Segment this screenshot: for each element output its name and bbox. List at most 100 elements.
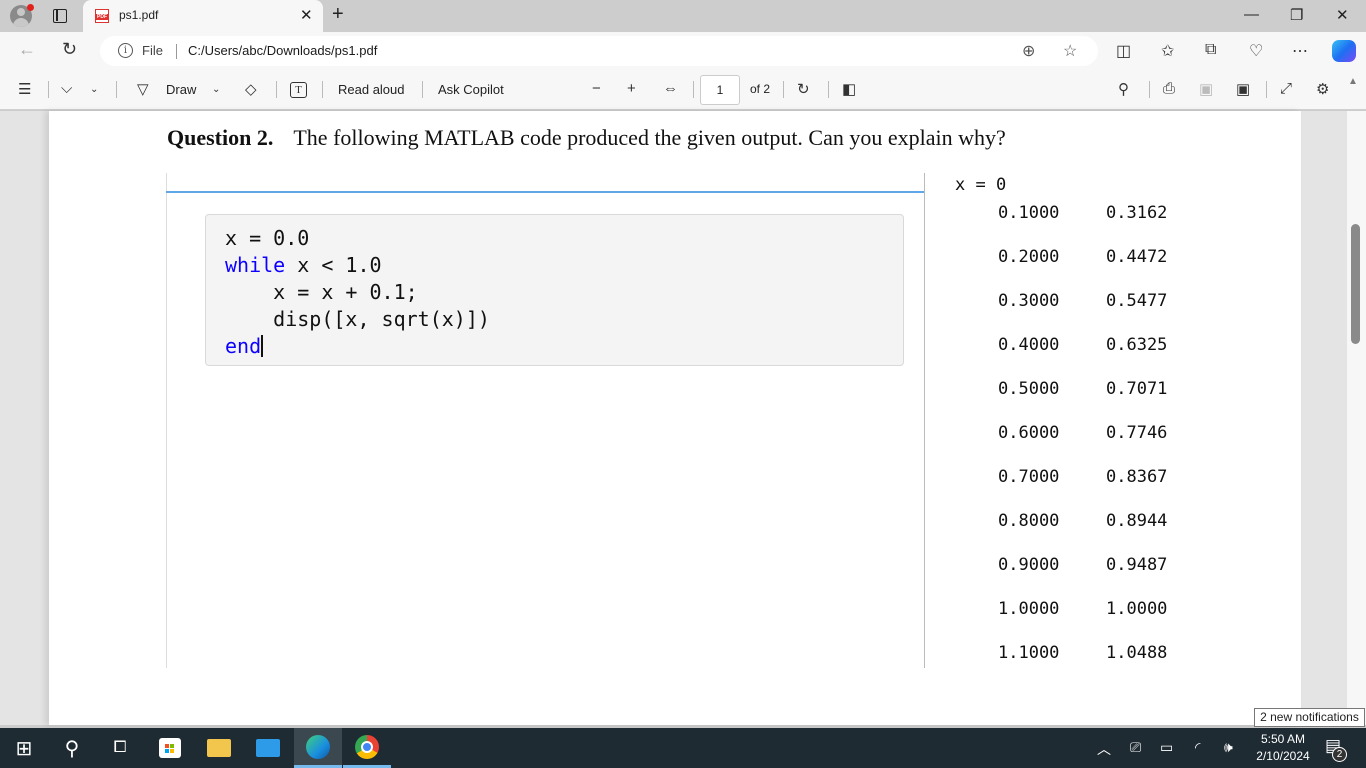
code-panel-header-line — [166, 191, 924, 193]
output-sqrt-value: 0.5477 — [1106, 291, 1168, 311]
zoom-in-button-icon[interactable]: + — [627, 80, 636, 97]
url-text[interactable]: C:/Users/abc/Downloads/ps1.pdf — [188, 43, 377, 58]
address-bar[interactable]: i File C:/Users/abc/Downloads/ps1.pdf ⊕ … — [100, 36, 1098, 66]
favorites-icon[interactable]: ✩ — [1161, 41, 1174, 61]
read-aloud-button[interactable]: Read aloud — [338, 82, 405, 97]
question-label: Question 2. — [167, 125, 274, 150]
zoom-out-icon[interactable]: − — [592, 80, 601, 97]
code-keyword-while: while — [225, 253, 286, 277]
microsoft-store-icon[interactable] — [146, 728, 194, 768]
draw-icon[interactable]: ▽ — [137, 80, 149, 98]
output-sqrt-value: 0.4472 — [1106, 247, 1168, 267]
highlight-icon[interactable]: ⌵ — [61, 80, 72, 97]
draw-dropdown-icon[interactable]: ⌄ — [212, 84, 220, 95]
browser-essentials-icon[interactable]: ♡ — [1249, 41, 1263, 61]
task-view-icon[interactable]: ⧠ — [96, 728, 144, 768]
volume-icon[interactable]: 🕪 — [1224, 739, 1233, 756]
tab-actions-icon[interactable] — [53, 9, 67, 23]
output-x-value: 0.1000 — [998, 203, 1060, 223]
pdf-viewer: Question 2. The following MATLAB code pro… — [0, 111, 1366, 725]
restore-icon[interactable]: ❐ — [1290, 6, 1303, 24]
windows-taskbar: ⊞ ⚲ ⧠ ︿ ⎚ ▭ ◜ 🕪 5:50 AM 2/10/2024 ▤ — [0, 728, 1366, 768]
more-options-icon[interactable]: ⋯ — [1292, 41, 1308, 61]
camera-icon[interactable]: ⎚ — [1130, 739, 1141, 756]
browser-tab-ps1[interactable]: PDF ps1.pdf ✕ — [83, 0, 323, 32]
tab-title: ps1.pdf — [119, 8, 159, 22]
vertical-scrollbar[interactable] — [1347, 111, 1366, 725]
file-explorer-icon[interactable] — [195, 728, 243, 768]
copilot-icon[interactable] — [1332, 40, 1356, 62]
ask-copilot-button[interactable]: Ask Copilot — [438, 82, 504, 97]
matlab-code-block: x = 0.0 while x < 1.0 x = x + 0.1; disp(… — [205, 214, 904, 366]
output-x-value: 0.6000 — [998, 423, 1060, 443]
code-keyword-end: end — [225, 334, 262, 358]
find-search-icon[interactable]: ⚲ — [1118, 80, 1129, 98]
output-sqrt-value: 0.7071 — [1106, 379, 1168, 399]
fit-to-width-icon[interactable]: ⇔ — [663, 80, 678, 97]
highlight-dropdown-icon[interactable]: ⌄ — [90, 84, 98, 95]
scroll-up-arrow-icon[interactable]: ▲ — [1348, 76, 1358, 87]
toolbar-separator — [693, 81, 694, 98]
minimize-icon[interactable]: — — [1244, 6, 1259, 23]
edge-browser-icon[interactable] — [294, 728, 342, 768]
scrollbar-thumb[interactable] — [1351, 224, 1360, 344]
close-tab-icon[interactable]: ✕ — [300, 6, 313, 24]
matlab-output: x = 0 0.1000 0.3162 0.2000 0.4472 0.3000 0.54… — [955, 173, 1167, 663]
output-sqrt-value: 0.6325 — [1106, 335, 1168, 355]
page-number-input[interactable]: 1 — [700, 75, 740, 105]
new-tab-icon[interactable]: + — [332, 3, 344, 26]
text-caret — [261, 335, 263, 357]
toolbar-separator — [1149, 81, 1150, 98]
toolbar-separator — [276, 81, 277, 98]
page-count-label: of 2 — [750, 82, 771, 96]
code-line-1: x = 0.0 — [225, 226, 310, 250]
toolbar-separator — [1266, 81, 1267, 98]
output-sqrt-value: 0.7746 — [1106, 423, 1168, 443]
add-text-icon[interactable]: T — [290, 82, 307, 98]
output-x-value: 0.2000 — [998, 247, 1060, 267]
split-screen-icon[interactable]: ◫ — [1116, 41, 1131, 61]
pdf-toolbar: ☰ ⌵ ⌄ ▽ Draw ⌄ ◇ T Read aloud Ask Copilo… — [0, 70, 1366, 110]
pdf-page: Question 2. The following MATLAB code pro… — [49, 111, 1301, 725]
back-arrow-icon[interactable]: ← — [18, 39, 36, 60]
print-icon[interactable]: ⎙ — [1163, 80, 1175, 97]
show-hidden-icons-chevron-icon[interactable]: ︿ — [1097, 739, 1111, 759]
chrome-browser-icon[interactable] — [343, 728, 391, 768]
output-x-value: 0.9000 — [998, 555, 1060, 575]
toolbar-separator — [322, 81, 323, 98]
output-x-value: 0.3000 — [998, 291, 1060, 311]
address-bar-row: ← ↻ i File C:/Users/abc/Downloads/ps1.pd… — [0, 32, 1366, 70]
eraser-icon[interactable]: ◇ — [245, 80, 257, 98]
wifi-icon[interactable]: ◜ — [1195, 739, 1200, 756]
output-sqrt-value: 1.0000 — [1106, 599, 1168, 619]
settings-gear-icon[interactable]: ⚙ — [1316, 80, 1329, 98]
save-as-icon[interactable]: ▣ — [1236, 80, 1250, 98]
mail-icon[interactable] — [244, 728, 292, 768]
toolbar-separator — [116, 81, 117, 98]
search-icon[interactable]: ⚲ — [48, 728, 96, 768]
save-icon: ▣ — [1199, 81, 1214, 98]
reload-icon[interactable]: ↻ — [62, 39, 77, 60]
page-view-icon[interactable]: ◧ — [842, 80, 856, 98]
draw-button[interactable]: Draw — [166, 82, 196, 97]
collections-icon[interactable]: ⧉ — [1205, 41, 1216, 59]
contents-list-icon[interactable]: ☰ — [18, 80, 31, 98]
rotate-icon[interactable]: ↻ — [797, 80, 810, 98]
code-line-3: x = x + 0.1; — [225, 280, 418, 304]
system-clock[interactable]: 5:50 AM 2/10/2024 — [1252, 731, 1314, 765]
output-sqrt-value: 0.8944 — [1106, 511, 1168, 531]
output-x-value: 0.7000 — [998, 467, 1060, 487]
output-x-value: 1.0000 — [998, 599, 1060, 619]
fullscreen-icon[interactable]: ⤢ — [1280, 80, 1292, 97]
window-close-icon[interactable]: ✕ — [1336, 6, 1349, 24]
site-info-icon[interactable]: i — [118, 43, 133, 58]
question-text: The following MATLAB code produced the g… — [293, 125, 1006, 150]
toolbar-separator — [783, 81, 784, 98]
favorite-star-icon[interactable]: ☆ — [1063, 41, 1077, 61]
battery-icon[interactable]: ▭ — [1160, 739, 1173, 756]
output-x-value: 0.4000 — [998, 335, 1060, 355]
output-x-value: 0.8000 — [998, 511, 1060, 531]
zoom-in-icon[interactable]: ⊕ — [1022, 41, 1035, 61]
windows-start-icon[interactable]: ⊞ — [0, 728, 48, 768]
notification-tooltip: 2 new notifications — [1254, 708, 1365, 727]
